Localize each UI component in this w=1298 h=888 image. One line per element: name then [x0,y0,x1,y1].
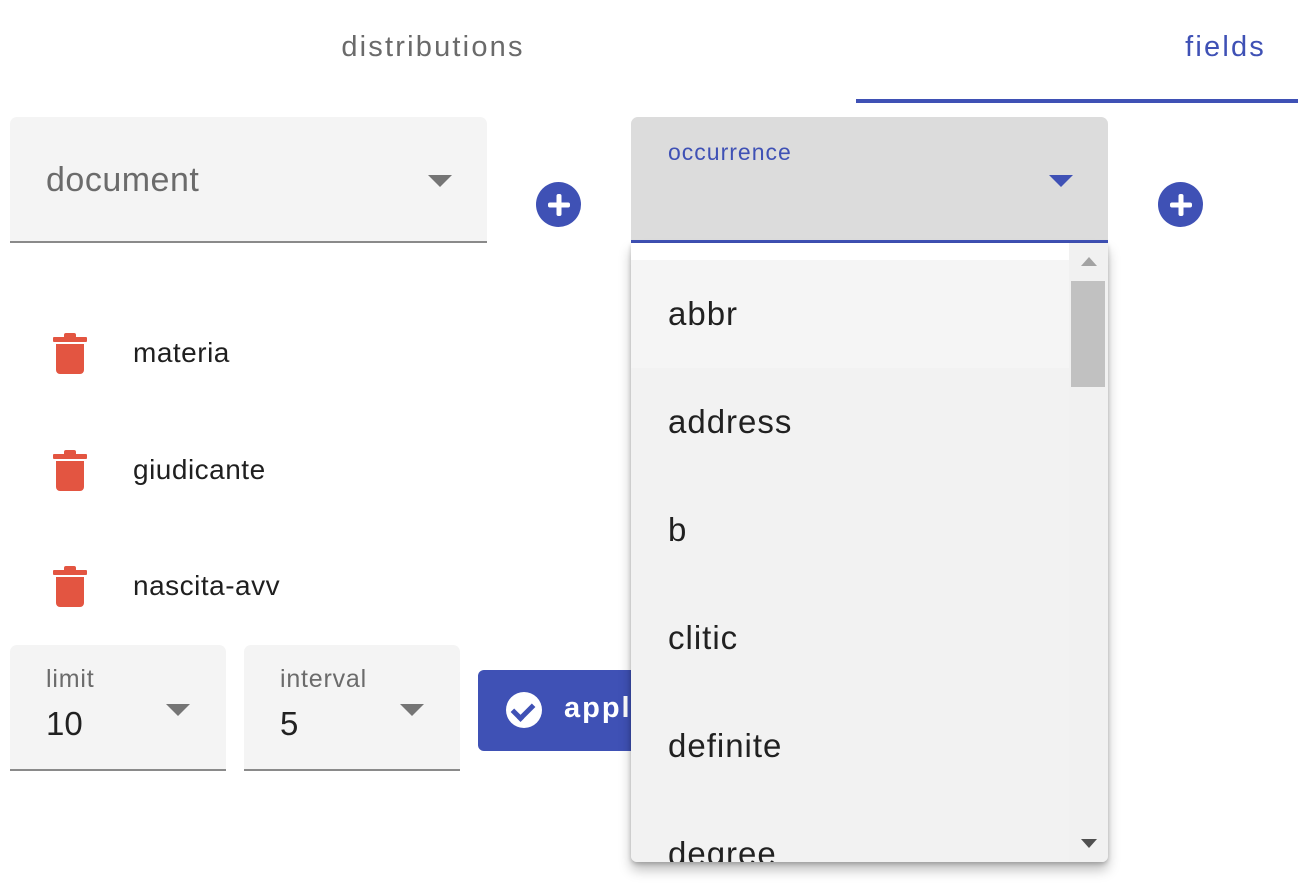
scroll-down-arrow-icon[interactable] [1081,839,1097,848]
check-circle-icon [506,692,542,728]
occurrence-dropdown-menu: abbr address b clitic definite degree [631,243,1108,862]
menu-item-abbr[interactable]: abbr [631,260,1069,368]
caret-down-icon [1049,175,1073,187]
field-name: nascita-avv [133,570,281,601]
menu-item-definite[interactable]: definite [631,692,1069,800]
occurrence-select-label: occurrence [668,139,792,165]
document-select[interactable]: document [10,117,487,243]
caret-down-icon [400,704,424,716]
add-document-button[interactable] [536,182,581,227]
trash-icon[interactable] [53,566,87,608]
interval-value: 5 [280,705,299,742]
field-row: giudicante [0,436,600,496]
menu-item-b[interactable]: b [631,476,1069,584]
add-occurrence-button[interactable] [1158,182,1203,227]
active-tab-indicator [856,99,1298,103]
scroll-up-arrow-icon[interactable] [1081,257,1097,266]
scroll-thumb[interactable] [1071,281,1105,387]
menu-list: abbr address b clitic definite degree [631,260,1069,862]
caret-down-icon [428,175,452,187]
limit-value: 10 [46,705,83,742]
trash-icon[interactable] [53,333,87,375]
field-name: materia [133,337,230,368]
menu-scrollbar[interactable] [1069,243,1108,862]
menu-item-address[interactable]: address [631,368,1069,476]
tab-fields[interactable]: fields [856,0,1298,100]
menu-item-degree[interactable]: degree [631,800,1069,862]
menu-padding [631,243,1069,260]
menu-item-clitic[interactable]: clitic [631,584,1069,692]
interval-label: interval [280,665,367,693]
interval-select[interactable]: interval 5 [244,645,460,771]
field-row: nascita-avv [0,552,600,612]
limit-label: limit [46,665,95,693]
document-select-value: document [46,161,200,199]
limit-select[interactable]: limit 10 [10,645,226,771]
field-name: giudicante [133,454,266,485]
occurrence-select[interactable]: occurrence [631,117,1108,243]
tab-bar: distributions fields [0,0,1298,104]
tab-distributions[interactable]: distributions [0,0,866,100]
trash-icon[interactable] [53,450,87,492]
field-row: materia [0,319,600,379]
caret-down-icon [166,704,190,716]
